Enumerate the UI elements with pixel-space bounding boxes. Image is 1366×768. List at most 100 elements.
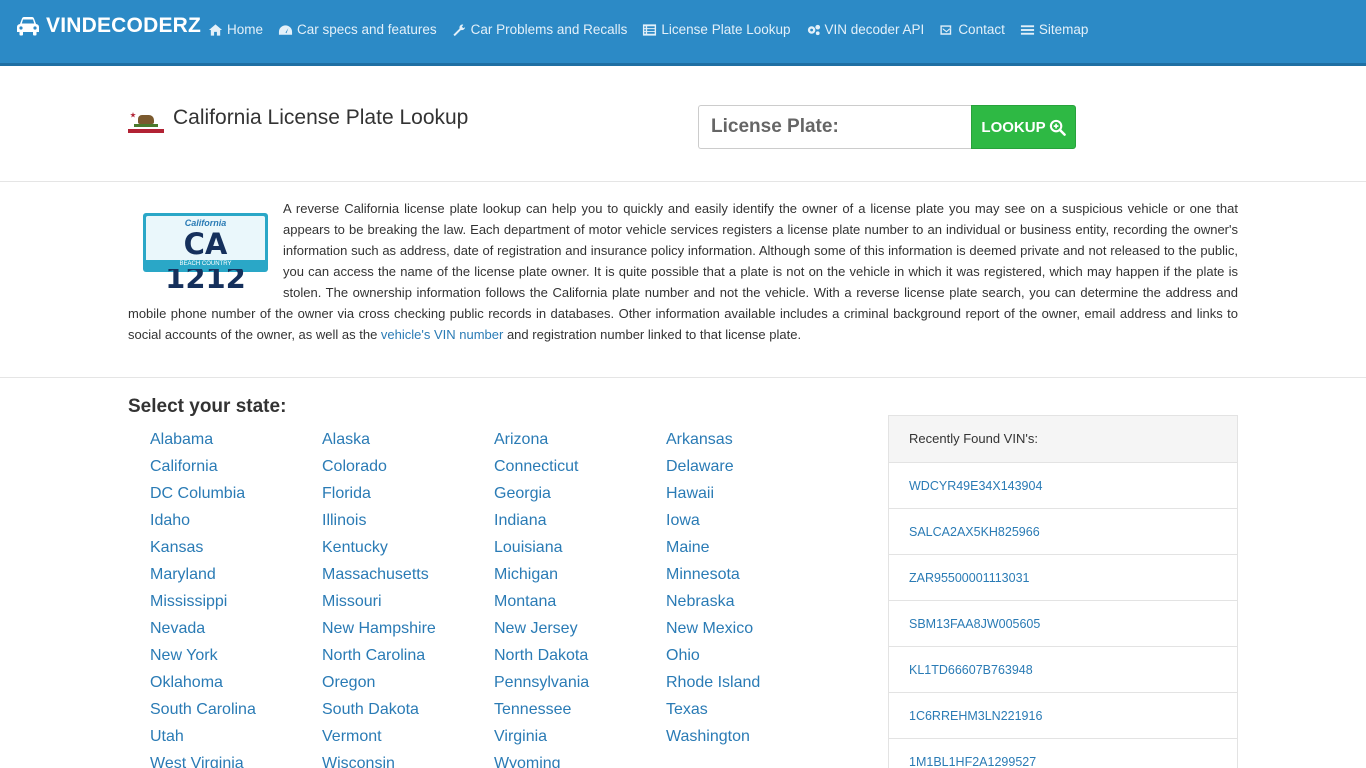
recent-vins-list: WDCYR49E34X143904 SALCA2AX5KH825966 ZAR955… (889, 463, 1237, 768)
state-link[interactable]: Florida (322, 483, 494, 510)
state-link[interactable]: Utah (150, 726, 322, 753)
state-link[interactable]: New Mexico (666, 618, 838, 645)
state-link[interactable]: Montana (494, 591, 666, 618)
state-link[interactable]: Virginia (494, 726, 666, 753)
wrench-icon (453, 23, 465, 36)
state-link[interactable]: Ohio (666, 645, 838, 672)
state-link[interactable]: Connecticut (494, 456, 666, 483)
select-state-title: Select your state: (128, 396, 287, 417)
state-link[interactable]: Illinois (322, 510, 494, 537)
state-link[interactable]: Iowa (666, 510, 838, 537)
state-link[interactable]: Kansas (150, 537, 322, 564)
state-link[interactable]: Rhode Island (666, 672, 838, 699)
state-link[interactable]: Louisiana (494, 537, 666, 564)
list-icon (643, 23, 657, 36)
recent-vin-link[interactable]: WDCYR49E34X143904 (889, 463, 1237, 509)
license-plate-image: California CA 1212 BEACH COUNTRY (143, 213, 268, 295)
divider (0, 377, 1366, 378)
vin-number-link[interactable]: vehicle's VIN number (381, 327, 503, 342)
home-icon (208, 23, 223, 36)
state-link[interactable]: Mississippi (150, 591, 322, 618)
state-link[interactable]: New Hampshire (322, 618, 494, 645)
state-link[interactable]: Michigan (494, 564, 666, 591)
state-link[interactable]: Oklahoma (150, 672, 322, 699)
state-link[interactable]: Indiana (494, 510, 666, 537)
lookup-button-label: LOOKUP (981, 118, 1046, 136)
state-link[interactable]: South Carolina (150, 699, 322, 726)
recent-vin-link[interactable]: 1C6RREHM3LN221916 (889, 693, 1237, 739)
state-list: Alabama Alaska Arizona Arkansas California Co… (150, 429, 838, 768)
state-link[interactable]: North Dakota (494, 645, 666, 672)
state-link[interactable]: Vermont (322, 726, 494, 753)
state-link[interactable]: North Carolina (322, 645, 494, 672)
state-link[interactable]: Maine (666, 537, 838, 564)
state-link[interactable]: Texas (666, 699, 838, 726)
nav-vin-api[interactable]: VIN decoder API (806, 22, 925, 37)
state-link[interactable]: Wyoming (494, 753, 666, 768)
description: A reverse California license plate looku… (128, 198, 1238, 345)
recent-vin-link[interactable]: 1M1BL1HF2A1299527 (889, 739, 1237, 768)
state-link[interactable]: Colorado (322, 456, 494, 483)
state-link[interactable]: Wisconsin (322, 753, 494, 768)
state-link[interactable]: Maryland (150, 564, 322, 591)
state-link[interactable]: Washington (666, 726, 838, 753)
nav-contact[interactable]: Contact (939, 22, 1005, 37)
state-link[interactable]: Alaska (322, 429, 494, 456)
state-link[interactable]: Missouri (322, 591, 494, 618)
state-link[interactable]: Oregon (322, 672, 494, 699)
envelope-icon (940, 24, 952, 35)
state-link[interactable]: Tennessee (494, 699, 666, 726)
state-link[interactable]: California (150, 456, 322, 483)
nav-sitemap-label: Sitemap (1038, 22, 1089, 37)
state-link[interactable]: New York (150, 645, 322, 672)
car-icon (17, 17, 39, 36)
state-link[interactable]: Minnesota (666, 564, 838, 591)
state-link[interactable]: Hawaii (666, 483, 838, 510)
dashboard-icon (278, 24, 293, 35)
nav-sitemap[interactable]: Sitemap (1020, 22, 1089, 37)
nav-home-label: Home (227, 22, 264, 37)
state-link[interactable]: Nevada (150, 618, 322, 645)
nav-vin-api-label: VIN decoder API (824, 22, 925, 37)
plate-slogan: BEACH COUNTRY (146, 260, 265, 269)
recent-vins-panel: Recently Found VIN's: WDCYR49E34X143904 S… (888, 415, 1238, 768)
state-link[interactable]: Georgia (494, 483, 666, 510)
recent-vin-link[interactable]: KL1TD66607B763948 (889, 647, 1237, 693)
state-link[interactable]: Pennsylvania (494, 672, 666, 699)
state-link[interactable]: Arizona (494, 429, 666, 456)
recent-vin-link[interactable]: ZAR95500001113031 (889, 555, 1237, 601)
state-link[interactable]: Alabama (150, 429, 322, 456)
divider (0, 181, 1366, 182)
state-link[interactable]: Nebraska (666, 591, 838, 618)
state-link[interactable]: DC Columbia (150, 483, 322, 510)
state-link[interactable]: South Dakota (322, 699, 494, 726)
state-link[interactable]: Idaho (150, 510, 322, 537)
brand-logo[interactable]: VINDECODERZ (16, 14, 201, 38)
navbar: VINDECODERZ Home Car specs and features … (0, 0, 1366, 66)
nav-contact-label: Contact (958, 22, 1005, 37)
state-link[interactable]: Kentucky (322, 537, 494, 564)
page-title: California License Plate Lookup (173, 106, 469, 129)
nav-home[interactable]: Home (208, 22, 263, 37)
brand-name: VINDECODERZ (46, 14, 202, 37)
nav-license-plate-label: License Plate Lookup (661, 22, 791, 37)
main-nav: Home Car specs and features Car Problems… (208, 22, 1103, 37)
california-flag-icon (128, 111, 164, 133)
recent-vin-link[interactable]: SALCA2AX5KH825966 (889, 509, 1237, 555)
nav-license-plate[interactable]: License Plate Lookup (642, 22, 791, 37)
state-link[interactable]: West Virginia (150, 753, 322, 768)
state-link[interactable]: Massachusetts (322, 564, 494, 591)
cogs-icon (807, 24, 820, 35)
plate-lookup-form: LOOKUP (698, 105, 1076, 149)
state-link[interactable]: Delaware (666, 456, 838, 483)
state-link[interactable]: New Jersey (494, 618, 666, 645)
description-text-end: and registration number linked to that l… (503, 327, 802, 342)
recent-vins-title: Recently Found VIN's: (889, 416, 1237, 463)
lookup-button[interactable]: LOOKUP (971, 105, 1076, 149)
nav-car-specs[interactable]: Car specs and features (278, 22, 437, 37)
license-plate-input[interactable] (698, 105, 971, 149)
state-link[interactable]: Arkansas (666, 429, 838, 456)
recent-vin-link[interactable]: SBM13FAA8JW005605 (889, 601, 1237, 647)
nav-car-specs-label: Car specs and features (297, 22, 437, 37)
nav-car-problems[interactable]: Car Problems and Recalls (452, 22, 627, 37)
